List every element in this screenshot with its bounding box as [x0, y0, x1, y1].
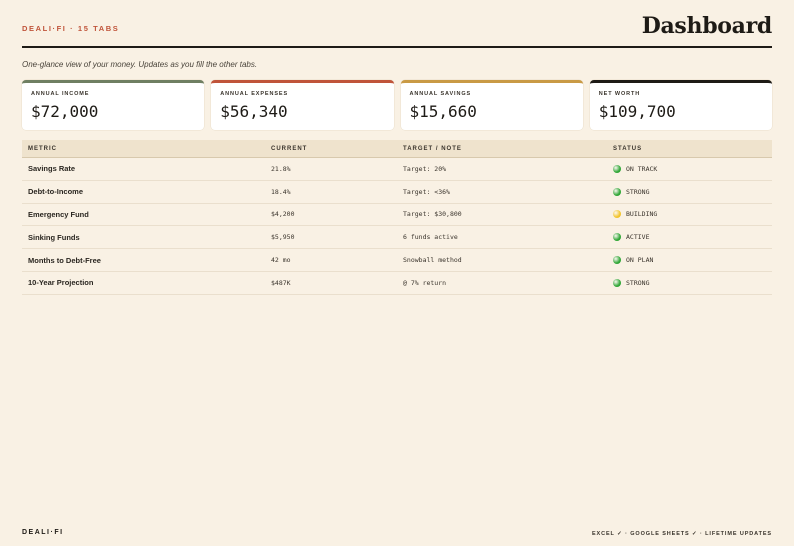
- metric-target: Target: <36%: [403, 187, 450, 196]
- metric-target: 6 funds active: [403, 233, 458, 242]
- status-label: ON TRACK: [626, 164, 658, 173]
- metric-status: STRONG: [613, 187, 772, 196]
- status-dot-icon: [613, 187, 621, 196]
- metric-current: $5,950: [271, 233, 295, 242]
- footer-brand: DEALI·FI: [22, 529, 64, 536]
- brand-tag: DEALI·FI · 15 TABS: [22, 24, 120, 33]
- status-dot-icon: [613, 210, 621, 219]
- card-value: $72,000: [31, 102, 99, 121]
- page-subtitle: One-glance view of your money. Updates a…: [22, 60, 258, 69]
- metric-target: @ 7% return: [403, 278, 447, 287]
- metric-target: Snowball method: [403, 256, 462, 265]
- column-header-metric: METRIC: [28, 145, 57, 152]
- metrics-table: METRIC CURRENT TARGET / NOTE STATUS Savi…: [22, 140, 772, 295]
- card-label: ANNUAL SAVINGS: [409, 91, 472, 97]
- metric-current: $4,200: [271, 210, 295, 219]
- status-label: BUILDING: [626, 210, 658, 219]
- column-header-status: STATUS: [613, 145, 643, 152]
- status-label: STRONG: [626, 278, 650, 287]
- table-row: Debt-to-Income 18.4% Target: <36% STRONG: [22, 181, 772, 204]
- metric-current: $487K: [271, 278, 291, 287]
- metric-name: Debt-to-Income: [28, 187, 83, 197]
- column-header-target: TARGET / NOTE: [403, 145, 462, 152]
- column-header-current: CURRENT: [271, 145, 308, 152]
- metric-current: 21.8%: [271, 164, 291, 173]
- metric-current: 18.4%: [271, 187, 291, 196]
- status-dot-icon: [613, 233, 621, 242]
- card-net-worth: NET WORTH $109,700: [589, 80, 772, 130]
- card-value: $109,700: [598, 102, 676, 121]
- card-label: NET WORTH: [598, 91, 641, 97]
- card-label: ANNUAL EXPENSES: [220, 91, 289, 97]
- card-annual-expenses: ANNUAL EXPENSES $56,340: [211, 80, 394, 130]
- page-title: Dashboard: [641, 13, 773, 39]
- status-dot-icon: [613, 278, 621, 287]
- summary-cards: ANNUAL INCOME $72,000 ANNUAL EXPENSES $5…: [22, 80, 772, 130]
- table-row: Months to Debt-Free 42 mo Snowball metho…: [22, 249, 772, 272]
- metric-target: Target: $30,800: [403, 210, 462, 219]
- table-row: Emergency Fund $4,200 Target: $30,800 BU…: [22, 204, 772, 227]
- metric-status: STRONG: [613, 278, 772, 287]
- metric-name: 10-Year Projection: [28, 278, 94, 288]
- table-row: Savings Rate 21.8% Target: 20% ON TRACK: [22, 158, 772, 181]
- table-header: METRIC CURRENT TARGET / NOTE STATUS: [22, 140, 772, 158]
- footer-note: EXCEL ✓ · GOOGLE SHEETS ✓ · LIFETIME UPD…: [591, 531, 772, 537]
- metric-name: Sinking Funds: [28, 232, 80, 242]
- metric-status: ACTIVE: [613, 233, 772, 242]
- metric-name: Months to Debt-Free: [28, 255, 101, 265]
- metric-name: Emergency Fund: [28, 209, 89, 219]
- table-row: Sinking Funds $5,950 6 funds active ACTI…: [22, 226, 772, 250]
- card-value: $56,340: [220, 102, 288, 121]
- metric-name: Savings Rate: [28, 164, 76, 174]
- metric-target: Target: 20%: [403, 164, 447, 173]
- status-label: ACTIVE: [626, 233, 650, 242]
- header-divider: [22, 46, 772, 48]
- card-value: $15,660: [409, 102, 477, 121]
- status-label: STRONG: [626, 187, 650, 196]
- status-dot-icon: [613, 164, 621, 173]
- card-annual-savings: ANNUAL SAVINGS $15,660: [400, 80, 583, 130]
- metric-status: ON PLAN: [613, 256, 772, 265]
- status-dot-icon: [613, 256, 621, 265]
- card-annual-income: ANNUAL INCOME $72,000: [22, 80, 205, 130]
- metric-status: ON TRACK: [613, 164, 772, 173]
- status-label: ON PLAN: [626, 256, 654, 265]
- metric-current: 42 mo: [271, 256, 291, 265]
- table-row: 10-Year Projection $487K @ 7% return STR…: [22, 272, 772, 295]
- metric-status: BUILDING: [613, 210, 772, 219]
- card-label: ANNUAL INCOME: [31, 91, 90, 97]
